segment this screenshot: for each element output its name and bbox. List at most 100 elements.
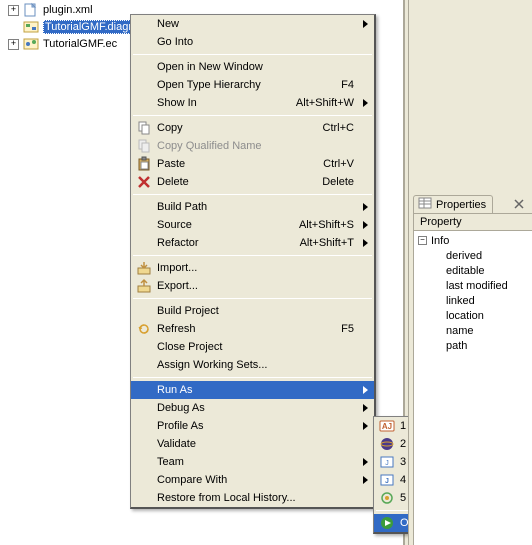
menu-label: Team (157, 456, 354, 468)
submenu-arrow-icon (363, 458, 368, 466)
menu-debug-as[interactable]: Debug As (131, 399, 374, 417)
props-item-editable[interactable]: editable (418, 263, 532, 278)
props-item-linked[interactable]: linked (418, 293, 532, 308)
menu-label: Open Type Hierarchy (157, 79, 331, 91)
props-label: last modified (446, 280, 508, 292)
blank-icon (135, 490, 153, 506)
menu-profile-as[interactable]: Profile As (131, 417, 374, 435)
menu-team[interactable]: Team (131, 453, 374, 471)
blank-icon (135, 454, 153, 470)
properties-tab[interactable]: Properties (413, 195, 493, 213)
menu-copy-qualified[interactable]: Copy Qualified Name (131, 137, 374, 155)
menu-label: Delete (157, 176, 312, 188)
menu-accel: Ctrl+C (313, 122, 354, 134)
menu-label: Profile As (157, 420, 354, 432)
menu-paste[interactable]: Paste Ctrl+V (131, 155, 374, 173)
separator (133, 298, 372, 299)
menu-label: Go Into (157, 36, 354, 48)
submenu-arrow-icon (363, 422, 368, 430)
tree-label: TutorialGMF.ec (43, 38, 117, 50)
submenu-arrow-icon (363, 203, 368, 211)
menu-import[interactable]: Import... (131, 259, 374, 277)
menu-delete[interactable]: Delete Delete (131, 173, 374, 191)
blank-icon (135, 418, 153, 434)
props-item-derived[interactable]: derived (418, 248, 532, 263)
diagram-file-icon (23, 19, 39, 35)
separator (133, 194, 372, 195)
menu-label: Compare With (157, 474, 354, 486)
menu-compare-with[interactable]: Compare With (131, 471, 374, 489)
refresh-icon (135, 321, 153, 337)
menu-build-path[interactable]: Build Path (131, 198, 374, 216)
properties-panel: Properties Property − Info derived edita… (408, 0, 532, 545)
menu-label: Build Path (157, 201, 354, 213)
properties-body: Property − Info derived editable last mo… (413, 213, 532, 545)
osgi-icon (378, 490, 396, 506)
props-root-info[interactable]: − Info (418, 233, 532, 248)
run-icon (378, 515, 396, 531)
separator (133, 255, 372, 256)
props-label: editable (446, 265, 485, 277)
blank-icon (135, 400, 153, 416)
blank-icon (135, 59, 153, 75)
menu-label: Import... (157, 262, 354, 274)
menu-label: Close Project (157, 341, 354, 353)
props-item-name[interactable]: name (418, 323, 532, 338)
svg-text:J: J (385, 478, 389, 485)
copy-icon (135, 120, 153, 136)
menu-label: Copy (157, 122, 313, 134)
menu-new[interactable]: New (131, 15, 374, 33)
properties-column-header[interactable]: Property (414, 214, 532, 231)
menu-build-project[interactable]: Build Project (131, 302, 374, 320)
props-label: name (446, 325, 474, 337)
props-item-location[interactable]: location (418, 308, 532, 323)
menu-accel: Alt+Shift+W (286, 97, 354, 109)
tab-label: Properties (436, 199, 486, 211)
menu-copy[interactable]: Copy Ctrl+C (131, 119, 374, 137)
java-app-icon: J (378, 472, 396, 488)
expand-icon[interactable]: + (8, 39, 19, 50)
menu-restore-local-history[interactable]: Restore from Local History... (131, 489, 374, 507)
menu-label: Assign Working Sets... (157, 359, 354, 371)
menu-refresh[interactable]: Refresh F5 (131, 320, 374, 338)
eclipse-icon (378, 436, 396, 452)
blank-icon (135, 339, 153, 355)
menu-accel: Alt+Shift+S (289, 219, 354, 231)
menu-refactor[interactable]: Refactor Alt+Shift+T (131, 234, 374, 252)
blank-icon (135, 436, 153, 452)
menu-label: New (157, 18, 354, 30)
blank-icon (135, 77, 153, 93)
menu-show-in[interactable]: Show In Alt+Shift+W (131, 94, 374, 112)
props-item-last-modified[interactable]: last modified (418, 278, 532, 293)
menu-assign-working-sets[interactable]: Assign Working Sets... (131, 356, 374, 374)
menu-open-type-hierarchy[interactable]: Open Type Hierarchy F4 (131, 76, 374, 94)
aspectj-icon: AJ (378, 418, 396, 434)
menu-close-project[interactable]: Close Project (131, 338, 374, 356)
props-item-path[interactable]: path (418, 338, 532, 353)
menu-label: Source (157, 219, 289, 231)
delete-icon (135, 174, 153, 190)
menu-label: Restore from Local History... (157, 492, 354, 504)
menu-go-into[interactable]: Go Into (131, 33, 374, 51)
menu-validate[interactable]: Validate (131, 435, 374, 453)
blank-icon (135, 16, 153, 32)
blank-icon (135, 199, 153, 215)
copy-qualified-icon (135, 138, 153, 154)
menu-open-new-window[interactable]: Open in New Window (131, 58, 374, 76)
menu-run-as[interactable]: Run As (131, 381, 374, 399)
tree-label: plugin.xml (43, 4, 93, 16)
submenu-arrow-icon (363, 386, 368, 394)
menu-label: Show In (157, 97, 286, 109)
collapse-icon[interactable]: − (418, 236, 427, 245)
paste-icon (135, 156, 153, 172)
menu-export[interactable]: Export... (131, 277, 374, 295)
close-view-icon[interactable] (512, 197, 526, 211)
menu-label: Refresh (157, 323, 331, 335)
menu-label: Build Project (157, 305, 354, 317)
blank-icon (135, 217, 153, 233)
blank-icon (135, 382, 153, 398)
expand-icon[interactable]: + (8, 5, 19, 16)
menu-label: Copy Qualified Name (157, 140, 354, 152)
menu-source[interactable]: Source Alt+Shift+S (131, 216, 374, 234)
menu-label: Open in New Window (157, 61, 354, 73)
